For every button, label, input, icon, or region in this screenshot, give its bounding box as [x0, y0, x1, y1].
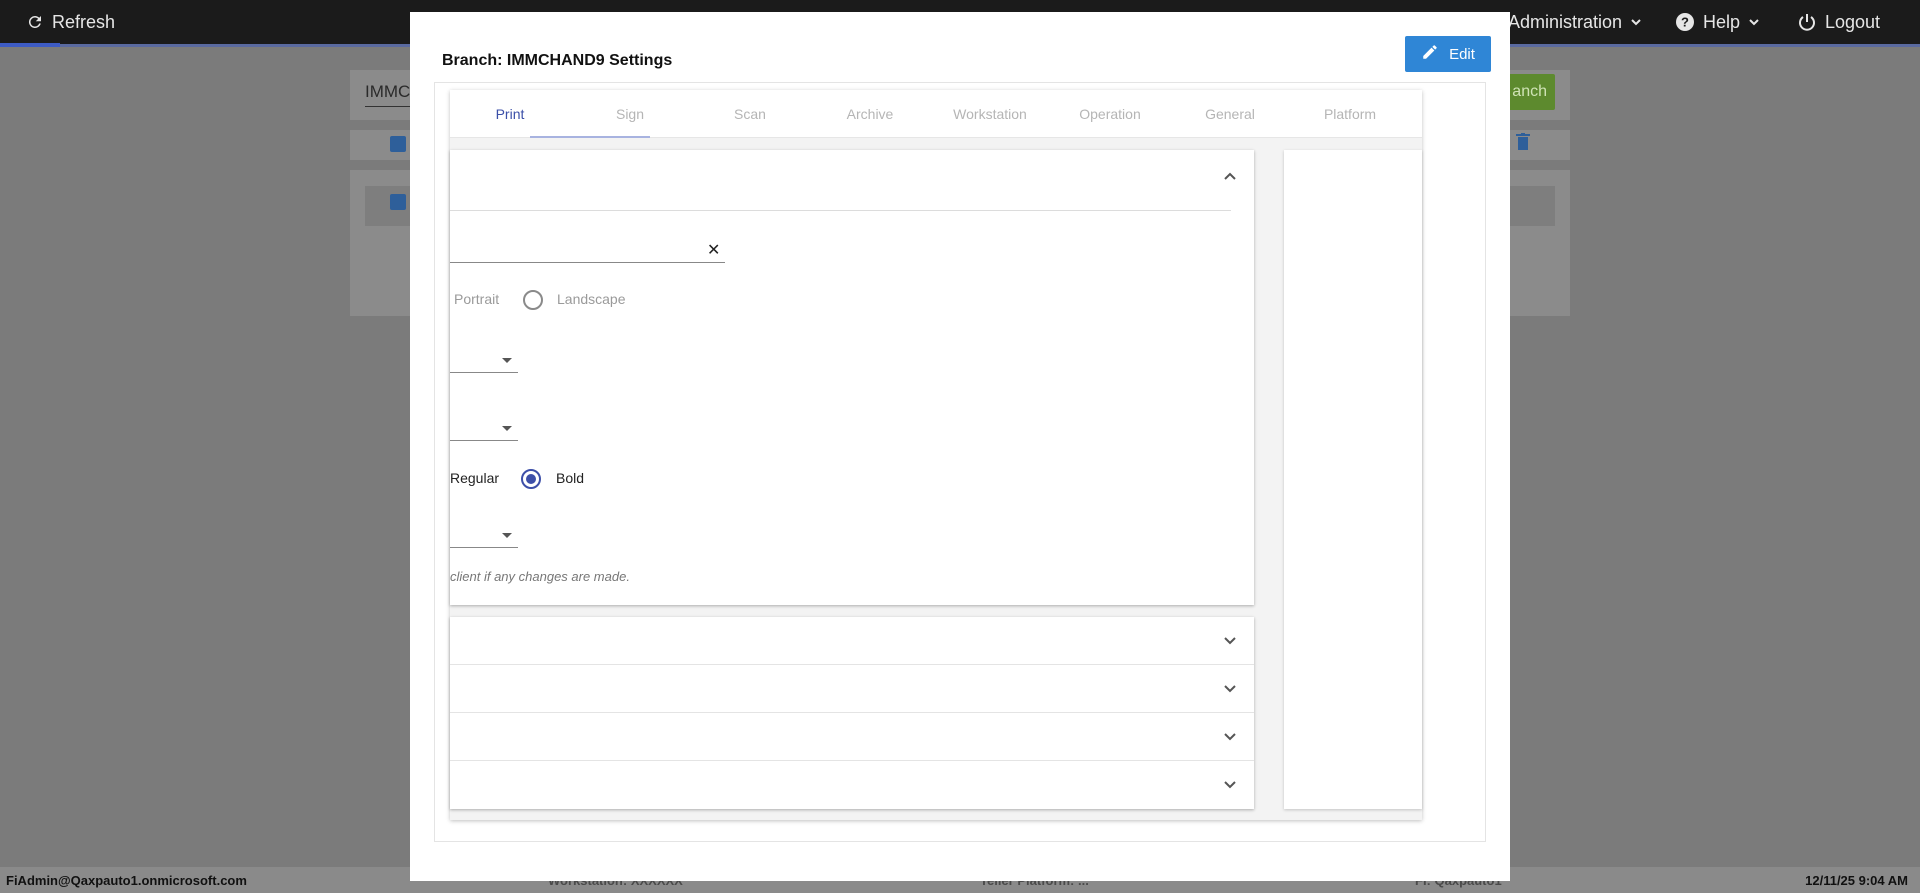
panel-header-divider — [450, 210, 1231, 211]
printer-name-field[interactable] — [450, 262, 725, 263]
branch-settings-dialog: Branch: IMMCHAND9 Settings Edit Print Si… — [410, 12, 1510, 881]
dropdown-arrow-icon — [502, 426, 512, 431]
settings-card: Print Sign Scan Archive Workstation Oper… — [450, 90, 1422, 820]
help-label: Help — [1703, 11, 1741, 32]
collapsed-section[interactable] — [450, 617, 1254, 665]
restart-note: client if any changes are made. — [450, 569, 630, 584]
help-menu[interactable]: ? Help — [1675, 0, 1760, 44]
tab-print[interactable]: Print — [450, 90, 570, 138]
side-panel — [1284, 150, 1422, 809]
administration-label: Administration — [1508, 11, 1623, 32]
print-settings-panel: ✕ Portrait Landscape Regular Bold client… — [450, 150, 1254, 605]
chevron-down-icon — [1223, 681, 1237, 699]
status-datetime: 12/11/25 9:04 AM — [1805, 873, 1908, 888]
chevron-up-icon[interactable] — [1223, 168, 1237, 186]
refresh-icon — [26, 13, 44, 31]
landscape-label: Landscape — [557, 291, 626, 307]
select-all-checkbox[interactable] — [390, 136, 406, 152]
tab-ink-bar — [530, 136, 650, 138]
dropdown-arrow-icon — [502, 533, 512, 538]
chevron-down-icon — [1223, 777, 1237, 795]
help-icon: ? — [1675, 12, 1695, 32]
chevron-down-icon — [1630, 16, 1642, 28]
close-icon[interactable]: ✕ — [707, 240, 720, 260]
dialog-title: Branch: IMMCHAND9 Settings — [442, 52, 673, 69]
power-icon — [1797, 12, 1817, 32]
bold-radio[interactable] — [521, 469, 541, 489]
portrait-label: Portrait — [454, 291, 500, 307]
dropdown-arrow-icon — [502, 358, 512, 363]
chevron-down-icon — [1223, 729, 1237, 747]
tab-scan[interactable]: Scan — [690, 90, 810, 138]
row-checkbox[interactable] — [390, 194, 406, 210]
font-select[interactable] — [450, 440, 518, 441]
tab-workstation[interactable]: Workstation — [930, 90, 1050, 138]
paper-size-select[interactable] — [450, 372, 518, 373]
chevron-down-icon — [1223, 633, 1237, 651]
logout-button[interactable]: Logout — [1797, 0, 1880, 44]
tab-operation[interactable]: Operation — [1050, 90, 1170, 138]
tab-sign[interactable]: Sign — [570, 90, 690, 138]
edit-label: Edit — [1449, 45, 1475, 63]
refresh-label: Refresh — [52, 11, 116, 32]
refresh-button[interactable]: Refresh — [26, 0, 115, 44]
collapsed-section[interactable] — [450, 761, 1254, 809]
font-size-select[interactable] — [450, 547, 518, 548]
bold-label: Bold — [556, 470, 585, 486]
tab-archive[interactable]: Archive — [810, 90, 930, 138]
collapsed-sections — [450, 617, 1254, 809]
edit-button[interactable]: Edit — [1405, 36, 1491, 72]
regular-label: Regular — [450, 470, 500, 486]
tab-general[interactable]: General — [1170, 90, 1290, 138]
collapsed-section[interactable] — [450, 713, 1254, 761]
chevron-down-icon — [1748, 16, 1760, 28]
delete-icon[interactable] — [1516, 133, 1530, 156]
svg-text:?: ? — [1681, 15, 1689, 30]
collapsed-section[interactable] — [450, 665, 1254, 713]
logout-label: Logout — [1825, 11, 1881, 32]
settings-tabs: Print Sign Scan Archive Workstation Oper… — [450, 90, 1422, 138]
pencil-icon — [1421, 43, 1439, 65]
status-user: FiAdmin@Qaxpauto1.onmicrosoft.com — [6, 873, 247, 888]
landscape-radio[interactable] — [523, 290, 543, 310]
administration-menu[interactable]: Administration — [1508, 0, 1642, 44]
tab-platform[interactable]: Platform — [1290, 90, 1410, 138]
